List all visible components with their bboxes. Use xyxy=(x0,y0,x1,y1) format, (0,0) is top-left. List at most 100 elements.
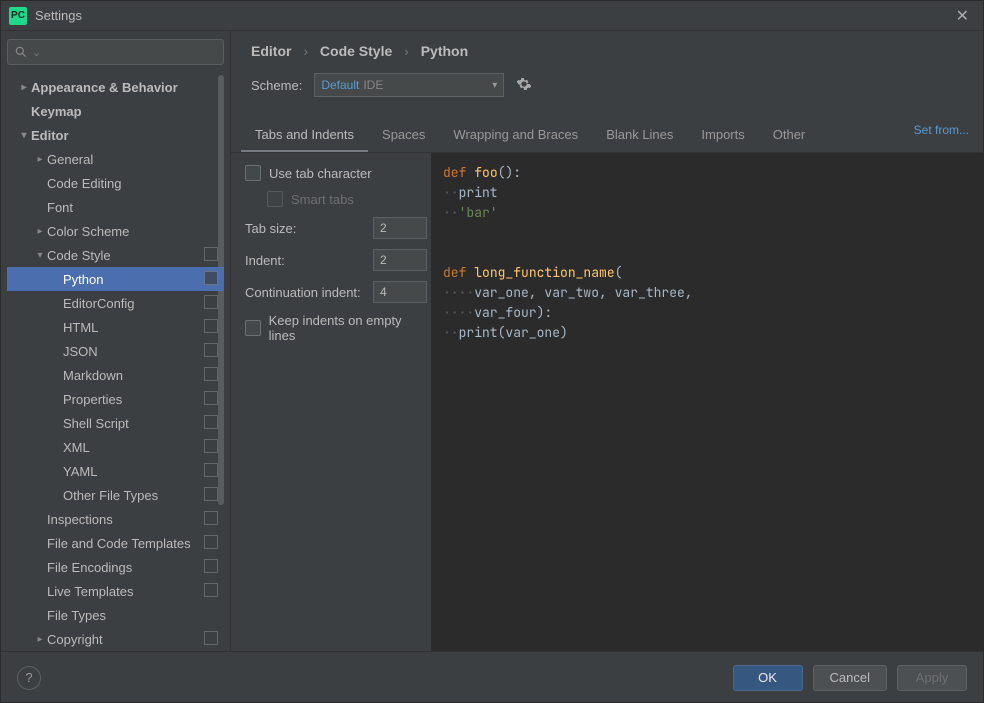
tree-item-label: Other File Types xyxy=(63,488,158,503)
cont-indent-input[interactable]: 4 xyxy=(373,281,427,303)
chevron-right-icon[interactable] xyxy=(33,634,47,645)
scope-icon xyxy=(204,249,216,261)
cancel-button[interactable]: Cancel xyxy=(813,665,887,691)
scope-icon xyxy=(204,489,216,501)
help-icon[interactable]: ? xyxy=(17,666,41,690)
chevron-down-icon: ▾ xyxy=(492,80,497,91)
tree-item-label: JSON xyxy=(63,344,98,359)
tree-item-xml[interactable]: XML xyxy=(7,435,224,459)
tree-item-editor[interactable]: Editor xyxy=(7,123,224,147)
scope-icon xyxy=(204,513,216,525)
gear-icon[interactable] xyxy=(516,76,532,95)
indent-label: Indent: xyxy=(245,253,285,268)
keep-indents-checkbox[interactable]: Keep indents on empty lines xyxy=(245,313,427,343)
tree-item-label: Live Templates xyxy=(47,584,133,599)
chevron-down-icon[interactable] xyxy=(33,250,47,261)
scope-icon xyxy=(204,393,216,405)
tabs: Tabs and IndentsSpacesWrapping and Brace… xyxy=(231,119,983,153)
tree-item-label: Inspections xyxy=(47,512,113,527)
tab-other[interactable]: Other xyxy=(759,119,820,152)
footer: ? OK Cancel Apply xyxy=(1,651,983,703)
checkbox-icon xyxy=(267,191,283,207)
tree-item-code-style[interactable]: Code Style xyxy=(7,243,224,267)
tree-item-label: Code Editing xyxy=(47,176,121,191)
tab-size-input[interactable]: 2 xyxy=(373,217,427,239)
tree-item-shell-script[interactable]: Shell Script xyxy=(7,411,224,435)
tab-imports[interactable]: Imports xyxy=(687,119,758,152)
tree-item-file-and-code-templates[interactable]: File and Code Templates xyxy=(7,531,224,555)
tree-item-label: Appearance & Behavior xyxy=(31,80,178,95)
checkbox-icon xyxy=(245,320,261,336)
tree-item-label: Properties xyxy=(63,392,122,407)
tree-item-label: Font xyxy=(47,200,73,215)
titlebar: PC Settings ✕ xyxy=(1,1,983,31)
tree-item-code-editing[interactable]: Code Editing xyxy=(7,171,224,195)
tree-item-label: Python xyxy=(63,272,103,287)
tree-item-general[interactable]: General xyxy=(7,147,224,171)
content-panel: Editor › Code Style › Python Scheme: Def… xyxy=(231,31,983,651)
tab-tabs-and-indents[interactable]: Tabs and Indents xyxy=(241,119,368,152)
tree-item-label: YAML xyxy=(63,464,97,479)
tab-blank-lines[interactable]: Blank Lines xyxy=(592,119,687,152)
tree-item-label: Code Style xyxy=(47,248,111,263)
chevron-right-icon[interactable] xyxy=(17,82,31,93)
scheme-dropdown[interactable]: DefaultIDE ▾ xyxy=(314,73,504,97)
crumb-codestyle[interactable]: Code Style xyxy=(320,43,392,59)
tree-item-editorconfig[interactable]: EditorConfig xyxy=(7,291,224,315)
chevron-right-icon: › xyxy=(303,43,308,59)
tree-item-properties[interactable]: Properties xyxy=(7,387,224,411)
cont-indent-label: Continuation indent: xyxy=(245,285,361,300)
code-preview: def foo(): ··print ··'bar' def long_func… xyxy=(431,153,983,651)
tree-item-label: HTML xyxy=(63,320,98,335)
window-title: Settings xyxy=(35,8,950,23)
ok-button[interactable]: OK xyxy=(733,665,803,691)
tree-item-yaml[interactable]: YAML xyxy=(7,459,224,483)
apply-button[interactable]: Apply xyxy=(897,665,967,691)
tree-item-json[interactable]: JSON xyxy=(7,339,224,363)
tree-item-html[interactable]: HTML xyxy=(7,315,224,339)
tree-item-label: Keymap xyxy=(31,104,82,119)
tree-item-other-file-types[interactable]: Other File Types xyxy=(7,483,224,507)
tree-item-file-types[interactable]: File Types xyxy=(7,603,224,627)
tree-item-label: Markdown xyxy=(63,368,123,383)
close-icon[interactable]: ✕ xyxy=(950,6,975,26)
tree-item-label: File Types xyxy=(47,608,106,623)
tree-item-live-templates[interactable]: Live Templates xyxy=(7,579,224,603)
scope-icon xyxy=(204,345,216,357)
tree-item-keymap[interactable]: Keymap xyxy=(7,99,224,123)
checkbox-icon xyxy=(245,165,261,181)
breadcrumb: Editor › Code Style › Python xyxy=(231,31,983,69)
tab-size-label: Tab size: xyxy=(245,221,296,236)
use-tab-char-checkbox[interactable]: Use tab character xyxy=(245,165,427,181)
set-from-link[interactable]: Set from... xyxy=(914,123,969,137)
tree-item-markdown[interactable]: Markdown xyxy=(7,363,224,387)
tree-item-appearance-behavior[interactable]: Appearance & Behavior xyxy=(7,75,224,99)
tab-wrapping-and-braces[interactable]: Wrapping and Braces xyxy=(439,119,592,152)
chevron-right-icon[interactable] xyxy=(33,154,47,165)
indent-input[interactable]: 2 xyxy=(373,249,427,271)
tree-item-color-scheme[interactable]: Color Scheme xyxy=(7,219,224,243)
tree-item-label: General xyxy=(47,152,93,167)
scope-icon xyxy=(204,273,216,285)
scope-icon xyxy=(204,369,216,381)
chevron-right-icon[interactable] xyxy=(33,226,47,237)
tree-item-python[interactable]: Python xyxy=(7,267,224,291)
search-input[interactable]: ⌄ xyxy=(7,39,224,65)
scope-icon xyxy=(204,417,216,429)
crumb-editor[interactable]: Editor xyxy=(251,43,291,59)
settings-tree: Appearance & Behavior Keymap Editor General… xyxy=(7,75,224,651)
tree-item-inspections[interactable]: Inspections xyxy=(7,507,224,531)
chevron-down-icon[interactable] xyxy=(17,130,31,141)
tree-item-copyright[interactable]: Copyright xyxy=(7,627,224,651)
tab-spaces[interactable]: Spaces xyxy=(368,119,439,152)
tree-item-font[interactable]: Font xyxy=(7,195,224,219)
sidebar: ⌄ Appearance & Behavior Keymap Editor Gener… xyxy=(1,31,231,651)
scope-icon xyxy=(204,585,216,597)
scope-icon xyxy=(204,537,216,549)
search-icon xyxy=(14,45,28,59)
scheme-row: Scheme: DefaultIDE ▾ xyxy=(231,69,983,111)
indent-controls: Use tab character Smart tabs Tab size: 2… xyxy=(231,153,431,651)
scope-icon xyxy=(204,561,216,573)
chevron-right-icon: › xyxy=(404,43,409,59)
tree-item-file-encodings[interactable]: File Encodings xyxy=(7,555,224,579)
